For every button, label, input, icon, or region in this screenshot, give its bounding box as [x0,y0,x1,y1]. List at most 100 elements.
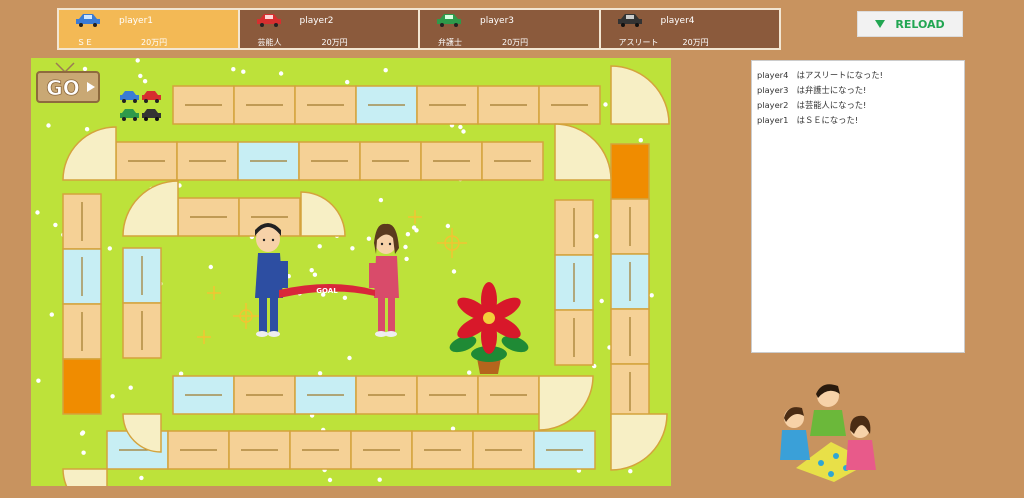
flower [49,312,54,317]
board-tile-corner [62,468,108,486]
player-card-4: player4 アスリート 20万円 [600,10,779,48]
flower [231,67,236,72]
flower [378,197,384,203]
board-tile [554,309,594,366]
flower [208,264,213,270]
flower [79,431,85,436]
board-tile [122,247,162,304]
flower [350,246,355,251]
board-tile [233,375,296,415]
flower [345,79,350,85]
board-tile [420,141,483,181]
board-tile [472,430,535,470]
board-tile [177,197,240,237]
log-line: player1 はＳＥになった! [757,115,859,125]
board-tile [289,430,352,470]
flower [461,129,466,134]
player-money: 20万円 [321,38,348,47]
flower [403,244,408,250]
flower [342,295,348,300]
player-name: player4 [660,16,695,26]
flower [309,268,314,273]
player-name: player3 [480,16,515,26]
car-icon-green [437,14,461,27]
car-icon-blue [76,14,100,27]
board-tile [167,430,230,470]
board-tile [477,375,540,415]
car-icon-black [617,14,642,27]
flower [312,272,318,277]
car-icon-red [256,14,281,27]
log-line: player3 は弁護士になった! [757,85,867,95]
flower [467,370,472,375]
triangle-down-icon [875,20,886,28]
log-line: player4 はアスリートになった! [757,70,883,80]
flower [107,246,113,251]
board-tile [172,375,235,415]
flower [46,123,51,128]
player-card-1: player1 ＳＥ 20万円 [59,10,238,48]
player-money: 20万円 [682,38,709,47]
flower [450,426,456,431]
board-tile [610,143,650,200]
board-tile [237,141,300,181]
flower [603,102,608,107]
flower [84,127,90,132]
flower [178,371,184,376]
board-tile [554,254,594,311]
flower [81,450,86,455]
flower [142,79,148,84]
board-tile [176,141,239,181]
board-tile [554,199,594,256]
board-tile [172,85,235,125]
board-tile [62,358,102,415]
flower [139,475,144,481]
kids-playing-illustration [780,384,876,482]
flower [599,298,604,304]
event-log[interactable]: player4 はアスリートになった! player3 は弁護士になった! pl… [751,60,965,353]
flower [317,244,322,249]
board-tile [538,85,601,125]
board-tile [355,85,418,125]
player-name: player1 [119,16,154,26]
player-job: アスリート [618,38,659,47]
flower [35,210,40,215]
game-board: GO GOAL [31,58,671,486]
board-tile [610,198,650,255]
board-tile [359,141,422,181]
player-money: 20万円 [141,38,168,47]
flower [317,371,323,376]
board-tile [228,430,291,470]
reload-button[interactable]: RELOAD [857,11,963,37]
flower [458,124,463,130]
flower [366,236,372,241]
player-panel: player1 ＳＥ 20万円 player2 芸能人 20万円 player3… [57,8,781,50]
player-job: 弁護士 [438,38,462,47]
flower [278,71,284,76]
flower [82,66,88,72]
board-tile [477,85,540,125]
flower [110,394,115,399]
player-job: ＳＥ [77,38,93,47]
flower [445,223,451,229]
flower [405,232,411,237]
flower [138,73,143,79]
player-money: 20万円 [502,38,529,47]
board-tile [294,85,357,125]
board-tile [416,85,479,125]
board-tile [533,430,596,470]
board-tile [610,363,650,420]
player-job: 芸能人 [257,38,282,47]
flower [135,58,140,63]
flower [241,69,246,74]
flower [327,477,333,483]
board-tile [62,248,102,305]
board-tile [233,85,296,125]
board-tile [416,375,479,415]
board-tile [411,430,474,470]
board-tile [610,308,650,365]
flower [377,477,382,482]
board-tile [350,430,413,470]
board-tile [122,302,162,359]
flower [383,68,388,73]
